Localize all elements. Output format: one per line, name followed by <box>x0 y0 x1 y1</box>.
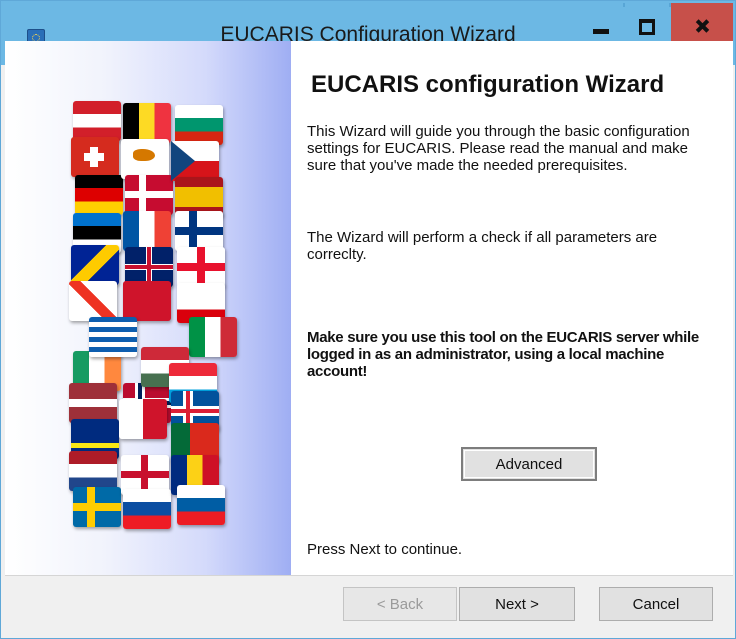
flag-france <box>123 211 171 251</box>
flag-germany <box>75 175 123 215</box>
advanced-button[interactable]: Advanced <box>461 447 597 481</box>
flag-netherlands <box>69 451 117 491</box>
close-icon[interactable] <box>671 3 733 41</box>
next-button[interactable]: Next > <box>459 587 575 621</box>
wizard-content: EUCARIS configuration Wizard This Wizard… <box>5 41 733 575</box>
flag-denmark <box>125 175 173 215</box>
admin-warning-text: Make sure you use this tool on the EUCAR… <box>307 329 699 380</box>
flag-guernsey <box>177 247 225 287</box>
flag-malta <box>119 399 167 439</box>
flag-cross <box>175 227 223 235</box>
flag-finland <box>175 211 223 251</box>
minimize-icon[interactable] <box>579 3 623 41</box>
flag-slovakia <box>123 489 171 529</box>
flag-latvia <box>69 383 117 423</box>
check-note-text: The Wizard will perform a check if all p… <box>307 229 658 263</box>
maximize-icon[interactable] <box>625 3 669 41</box>
flag-czech-republic <box>171 141 219 181</box>
intro-text: This Wizard will guide you through the b… <box>307 123 690 174</box>
flag-bulgaria <box>175 105 223 145</box>
continue-hint-text: Press Next to continue. <box>307 541 463 558</box>
flag-austria <box>73 101 121 141</box>
cancel-button[interactable]: Cancel <box>599 587 713 621</box>
flag-emblem <box>133 149 155 161</box>
flag-jersey <box>69 281 117 321</box>
flag-cross <box>73 503 121 511</box>
flag-bosnia <box>71 245 119 285</box>
flag-greece <box>89 317 137 357</box>
flag-switzerland <box>71 137 119 177</box>
flag-cross <box>125 191 173 198</box>
flag-triangle <box>171 141 195 181</box>
flag-cross <box>171 409 219 413</box>
flag-sweden <box>73 487 121 527</box>
european-flags-collage <box>5 41 291 575</box>
flag-cross <box>84 153 104 161</box>
back-button[interactable]: < Back <box>343 587 457 621</box>
flag-italy <box>189 317 237 357</box>
flag-cyprus <box>121 139 169 179</box>
flag-cross <box>177 263 225 271</box>
flag-isle-of-man <box>123 281 171 321</box>
wizard-window: EUCARIS Configuration Wizard EUCARIS con… <box>0 0 736 639</box>
footer-separator <box>5 575 733 576</box>
flag-belgium <box>123 103 171 143</box>
wizard-heading: EUCARIS configuration Wizard <box>311 71 665 98</box>
flag-slovenia <box>177 485 225 525</box>
